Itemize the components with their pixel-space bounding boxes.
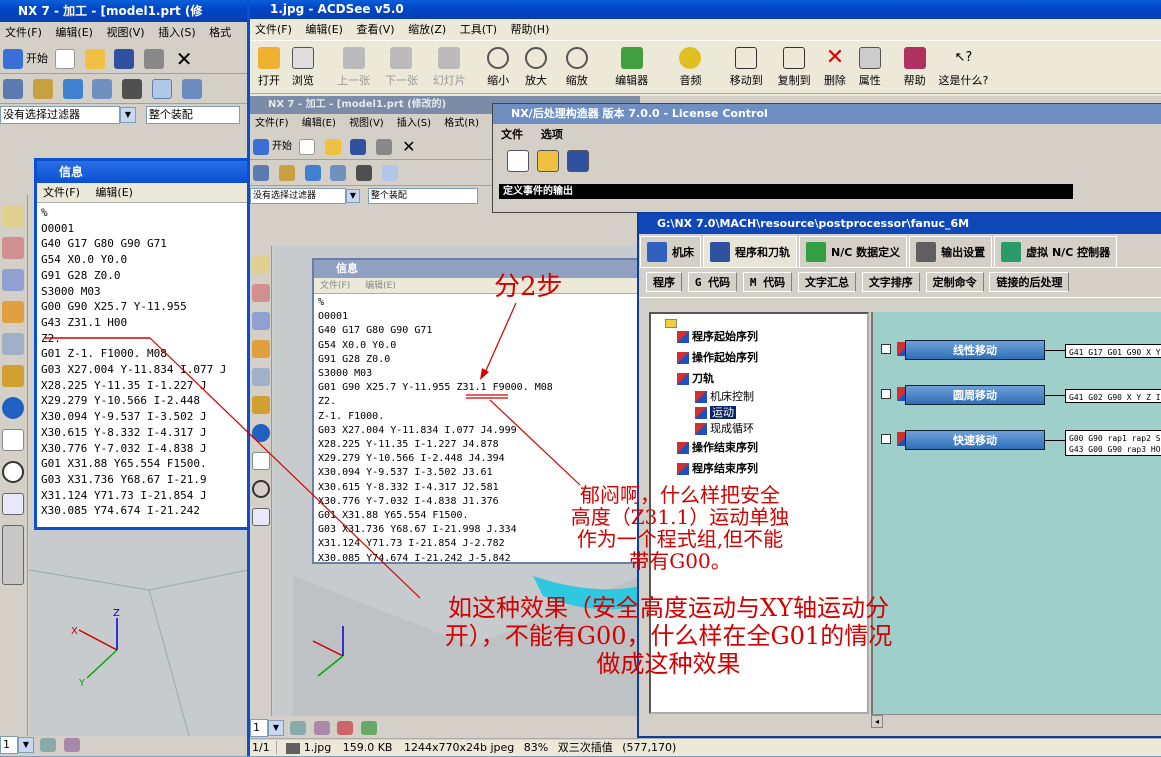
annotation-question: 郁闷啊，什么样把安全 高度（Z31.1）运动单独 作为一个程式组,但不能 带有G… [540,484,820,572]
arrow-steps [483,302,517,376]
annotation-line: 做成这种效果 [596,650,741,678]
annotation-line: 郁闷啊，什么样把安全 [580,483,780,507]
annotation-effect: 如这种效果（安全高度运动与XY轴运动分 开），不能有G00，什么样在全G01的情… [396,594,941,678]
annotation-line: 高度（Z31.1）运动单独 [570,505,790,529]
annotation-line: 开），不能有G00，什么样在全G01的情况 [444,622,893,650]
annotation-steps: 分2步 [494,272,563,302]
annotation-line: 作为一个程式组,但不能 [576,527,784,551]
annotation-line: 带有G00。 [629,549,731,573]
arrow-effect [149,337,421,599]
annotation-line: 如这种效果（安全高度运动与XY轴运动分 [448,594,889,622]
arrow-question [489,399,581,486]
arrowhead-icon [480,368,489,380]
